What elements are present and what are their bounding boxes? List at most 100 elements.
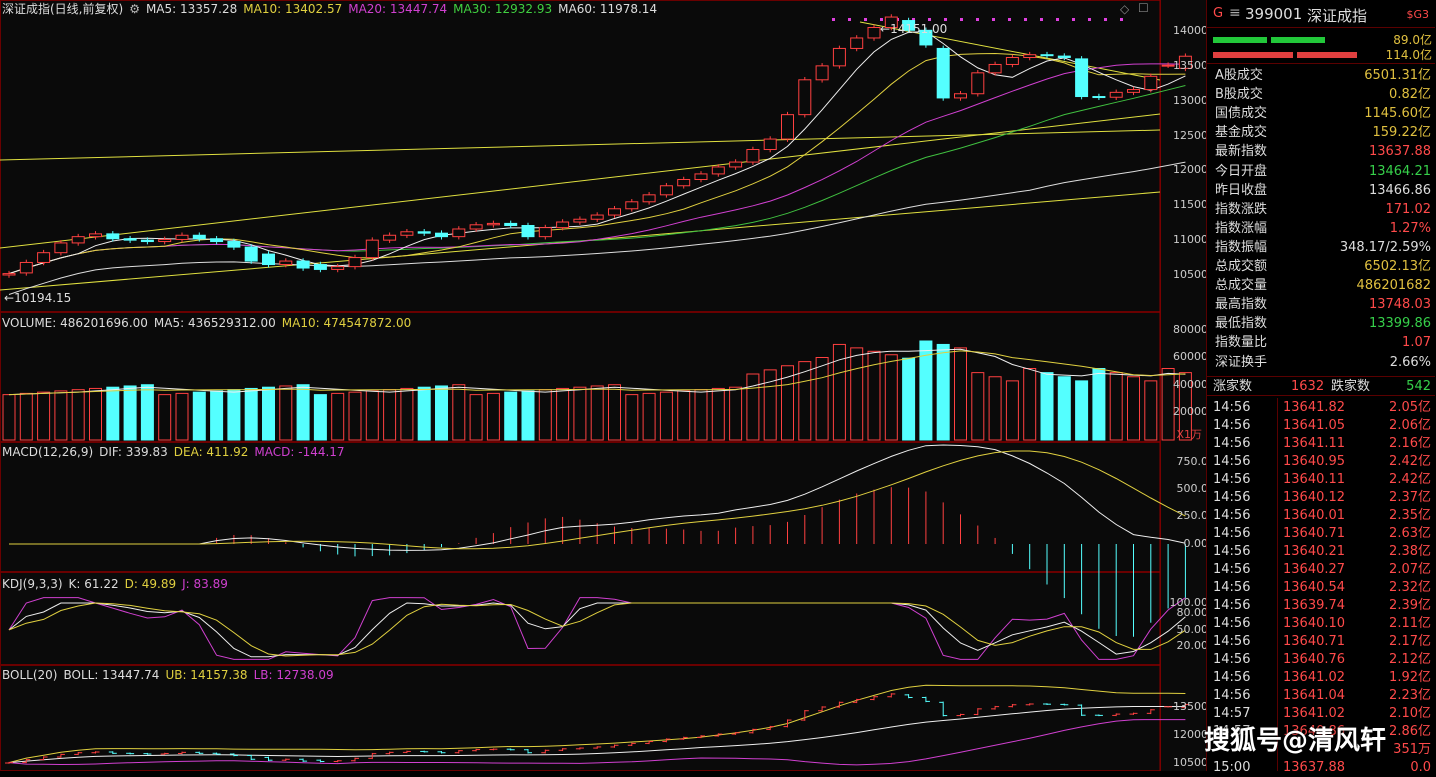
- dot-marker: [1040, 18, 1043, 21]
- stat-label: 基金成交: [1215, 125, 1268, 141]
- volume-bar: [158, 394, 172, 441]
- tick-row: 14:56 13641.11 2.16亿: [1207, 435, 1435, 453]
- tick-price: 13640.54: [1283, 580, 1346, 595]
- stat-value: 13399.86: [1368, 316, 1431, 332]
- stat-row: 最高指数 13748.03: [1207, 295, 1435, 314]
- diamond-icon[interactable]: ◇: [1120, 2, 1129, 16]
- stat-row: 最新指数 13637.88: [1207, 142, 1435, 161]
- candle-body: [192, 234, 206, 240]
- volume-bar: [642, 392, 656, 441]
- stat-value: 13748.03: [1368, 297, 1431, 313]
- menu-icon[interactable]: ≡: [1229, 5, 1241, 21]
- candle-body: [677, 178, 691, 187]
- stat-label: 今日开盘: [1215, 163, 1268, 179]
- stat-label: 最低指数: [1215, 316, 1268, 332]
- stat-label: 总成交量: [1215, 278, 1268, 294]
- stat-value: 6502.13亿: [1364, 259, 1431, 274]
- volume-bar: [746, 373, 760, 441]
- volume-bar: [435, 385, 448, 441]
- dot-marker: [928, 18, 931, 21]
- volume-unit: X1万: [1176, 428, 1202, 441]
- price-axis-label: 12500: [1173, 128, 1208, 142]
- boll-title: BOLL(20): [2, 668, 58, 682]
- tick-row: 14:56 13640.71 2.17亿: [1207, 633, 1435, 651]
- boll-header: BOLL(20) BOLL: 13447.74 UB: 14157.38 LB: 12…: [2, 668, 340, 682]
- candle-body: [89, 233, 102, 238]
- kdj-axis-label: 20.00: [1176, 639, 1209, 652]
- buy-bar-1: [1213, 37, 1267, 43]
- tick-time: 14:56: [1213, 652, 1251, 667]
- macd-header: MACD(12,26,9) DIF: 339.83 DEA: 411.92 MACD:…: [2, 445, 351, 459]
- boll-lb: LB: 12738.09: [253, 668, 334, 682]
- stat-row: 国债成交 1145.60亿: [1207, 104, 1435, 123]
- high-price-label: ←14151.00: [880, 22, 948, 36]
- tick-time: 14:56: [1213, 472, 1251, 487]
- volume-bar: [1040, 372, 1054, 441]
- stat-row: 深证换手 2.66%: [1207, 353, 1435, 372]
- candle-body: [625, 201, 639, 210]
- price-axis-label: 14000: [1173, 24, 1208, 37]
- tick-amount: 2.63亿: [1389, 526, 1431, 541]
- quote-side-panel: G ≡ 399001 深证成指 $G3 89.0亿 114.0亿 A股成交 650…: [1206, 0, 1436, 775]
- volume-bar: [486, 392, 500, 441]
- down-count: 542: [1406, 379, 1431, 394]
- stat-value: 486201682: [1356, 278, 1431, 294]
- chart-canvas[interactable]: [0, 0, 1206, 771]
- volume-bar: [659, 391, 673, 441]
- kline-chart-area[interactable]: 深证成指(日线,前复权) ⚙ MA5: 13357.28 MA10: 13402.57…: [0, 0, 1209, 771]
- dot-marker: [976, 18, 979, 21]
- close-icon[interactable]: ☐: [1138, 1, 1149, 15]
- volume-bar: [902, 357, 916, 441]
- volume-bar: [573, 386, 587, 441]
- low-price-label: ←10194.15: [4, 291, 72, 305]
- volume-ma5: MA5: 436529312.00: [153, 316, 276, 330]
- tick-amount: 2.16亿: [1389, 436, 1431, 451]
- macd-title: MACD(12,26,9): [2, 445, 94, 459]
- volume-bar: [590, 385, 604, 441]
- stat-row: 最低指数 13399.86: [1207, 314, 1435, 333]
- ma10-label: MA10: 13402.57: [243, 2, 343, 16]
- candle-body: [521, 225, 535, 238]
- tick-price: 13640.10: [1283, 616, 1346, 631]
- stat-label: 总成交额: [1215, 259, 1268, 274]
- candle-body: [729, 161, 743, 168]
- candle-body: [279, 260, 293, 266]
- tick-time: 14:56: [1213, 544, 1251, 559]
- candle-body: [123, 238, 137, 241]
- volume-bar: [71, 389, 85, 441]
- tick-amount: 2.86亿: [1389, 724, 1431, 739]
- candle-body: [262, 253, 275, 266]
- tick-row: 14:56 13640.21 2.38亿: [1207, 543, 1435, 561]
- settings-icon[interactable]: ⚙: [129, 2, 140, 16]
- sell-bar-2: [1297, 52, 1357, 58]
- panel-frame: [0, 0, 1161, 312]
- up-count: 1632: [1291, 379, 1325, 394]
- price-axis-label: 12000: [1173, 163, 1208, 177]
- volume-bar: [400, 387, 414, 441]
- candle-body: [469, 224, 483, 230]
- candle-body: [971, 72, 985, 95]
- tick-time: 14:56: [1213, 508, 1251, 523]
- candle-body: [694, 173, 708, 180]
- updown-row: 涨家数 1632 跌家数 542: [1207, 376, 1435, 396]
- index-code: 399001: [1245, 5, 1303, 23]
- tick-row: 14:56 13641.02 1.92亿: [1207, 669, 1435, 687]
- tick-row: 14:56 13640.76 2.12亿: [1207, 651, 1435, 669]
- volume-bar: [556, 387, 570, 441]
- boll-lb-line: [8, 719, 1186, 766]
- dot-marker: [1120, 18, 1123, 21]
- candle-body: [365, 239, 379, 259]
- boll-ub-line: [8, 684, 1186, 764]
- macd-value: MACD: -144.17: [254, 445, 345, 459]
- candle-body: [1092, 96, 1106, 99]
- volume-bar: [140, 384, 154, 441]
- index-name: 深证成指: [1307, 7, 1368, 25]
- candle-body: [746, 149, 760, 163]
- candle-body: [19, 261, 33, 274]
- volume-bar: [192, 391, 206, 441]
- volume-axis-label: 60000: [1173, 350, 1208, 363]
- tick-row: 14:56 13640.71 2.63亿: [1207, 525, 1435, 543]
- volume-bar: [729, 386, 743, 441]
- volume-bar: [54, 390, 68, 441]
- candle-body: [486, 222, 500, 226]
